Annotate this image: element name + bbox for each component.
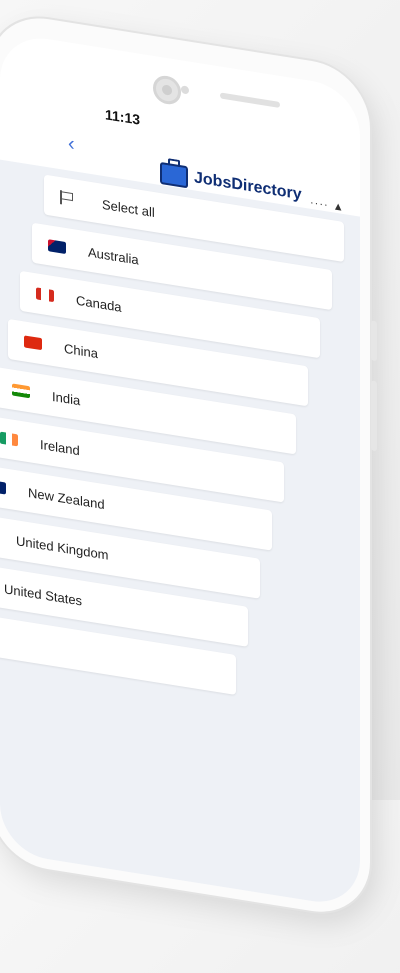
select-all-label: Select all	[102, 196, 155, 220]
speaker	[220, 92, 280, 108]
india-flag-icon	[12, 383, 30, 399]
china-flag-icon	[24, 335, 42, 351]
power-button	[371, 380, 377, 452]
briefcase-icon	[160, 161, 188, 189]
sensor	[181, 85, 189, 95]
back-chevron-icon[interactable]: ‹	[68, 132, 75, 156]
country-label: United States	[4, 580, 83, 609]
phone-mockup: 11:13 ‹ JobsDirectory ···· ▲ ▬ Select al…	[0, 10, 390, 973]
flag-outline-icon	[60, 190, 72, 206]
country-label: China	[64, 340, 98, 361]
front-camera	[153, 73, 181, 107]
australia-flag-icon	[48, 239, 66, 255]
country-list: Select all Australia Canada China India	[0, 159, 360, 909]
country-label: New Zealand	[28, 484, 105, 512]
country-label: United Kingdom	[16, 532, 109, 563]
country-label: Australia	[88, 244, 139, 268]
new-zealand-flag-icon	[0, 479, 6, 495]
canada-flag-icon	[36, 287, 54, 303]
app-screen: 11:13 ‹ JobsDirectory ···· ▲ ▬ Select al…	[0, 31, 360, 909]
volume-button	[371, 320, 377, 362]
ireland-flag-icon	[0, 431, 18, 447]
country-label: Canada	[76, 292, 122, 315]
country-label: India	[52, 388, 81, 408]
status-time: 11:13	[105, 106, 141, 128]
country-label: Ireland	[40, 436, 80, 458]
